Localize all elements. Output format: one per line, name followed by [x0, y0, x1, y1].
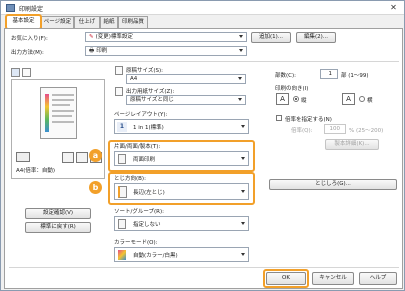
color-mode-icon — [118, 250, 126, 260]
orientation-label: 印刷の向き(I) — [275, 86, 309, 92]
text-line — [52, 115, 72, 117]
text-line — [52, 110, 74, 112]
scale-input[interactable]: 100 — [324, 124, 346, 134]
text-line — [52, 121, 74, 123]
close-icon[interactable]: ✕ — [388, 3, 399, 13]
gutter-button[interactable]: とじしろ(G)... — [269, 179, 397, 190]
sort-icon — [118, 219, 126, 229]
sort-value: 指定しない — [133, 222, 161, 228]
portrait-label: 縦 — [301, 98, 307, 104]
text-line — [52, 99, 74, 101]
portrait-radio[interactable] — [293, 96, 299, 102]
scale-unit: % (25～200) — [349, 128, 384, 134]
chevron-down-icon — [239, 35, 243, 38]
printer-icon — [6, 4, 15, 12]
favorites-label: お気に入り(F): — [11, 36, 48, 42]
scale-label: 倍率(Q): — [291, 128, 313, 134]
zoom-checkbox[interactable] — [276, 115, 282, 121]
output-label: 出力方法(M): — [11, 50, 44, 56]
cancel-button[interactable]: キャンセル — [312, 272, 354, 285]
binding-detail-button[interactable]: 製本詳細(K)... — [325, 139, 379, 150]
sort-label: ソート/グループ(R): — [114, 209, 164, 215]
text-line — [52, 94, 74, 96]
settings-panel: お気に入り(F): ✎ (変更)標準設定 追加(1)... 編集(2)... 出力… — [4, 28, 403, 289]
zoom-label: 倍率を指定する(N) — [285, 117, 332, 123]
chevron-down-icon — [238, 77, 242, 80]
layout-label: ページレイアウト(Y): — [114, 112, 168, 118]
settings-confirm-button[interactable]: 設定確認(V) — [25, 208, 91, 219]
output-select[interactable]: 🖶 印刷 — [85, 46, 247, 56]
printer-device-icon — [16, 152, 30, 162]
output-paper-label: 出力用紙サイズ(Z): — [126, 89, 175, 95]
page-preview — [40, 87, 77, 139]
layout-value: 1 in 1(標準) — [133, 125, 164, 131]
preview-area: A4(倍率：自動) — [11, 79, 105, 179]
tab-finishing[interactable]: 仕上げ — [74, 16, 100, 28]
help-button[interactable]: ヘルプ — [359, 272, 397, 285]
favorites-select[interactable]: ✎ (変更)標準設定 — [85, 32, 247, 42]
window-title: 印刷設定 — [19, 6, 44, 13]
tab-page-setup[interactable]: ページ設定 — [41, 16, 74, 28]
color-value: 自動(カラー/白黒) — [133, 253, 178, 259]
callout-a: a — [89, 149, 102, 162]
copies-label: 部数(C): — [275, 73, 296, 79]
color-select[interactable]: 自動(カラー/白黒) — [114, 247, 249, 262]
text-line — [52, 104, 70, 106]
preview-caption: A4(倍率：自動) — [16, 168, 56, 174]
page-icon — [76, 152, 88, 163]
duplex-highlight — [108, 140, 255, 172]
pencil-icon: ✎ — [89, 34, 94, 40]
color-label: カラーモード(O): — [114, 240, 158, 246]
paper-size-label: 原稿サイズ(S): — [126, 68, 163, 74]
portrait-icon: A — [276, 93, 289, 105]
chevron-down-icon — [239, 49, 243, 52]
layout-icon: 1 — [117, 122, 127, 132]
divider — [9, 61, 399, 62]
chevron-down-icon — [241, 222, 245, 225]
page-icon — [62, 152, 74, 163]
printer-icon: 🖶 — [89, 48, 95, 54]
divider — [9, 267, 399, 268]
preview-icon[interactable] — [11, 68, 20, 77]
chevron-down-icon — [238, 98, 242, 101]
copies-input[interactable]: 1 — [320, 69, 338, 79]
output-page-icon — [115, 87, 123, 96]
restore-defaults-button[interactable]: 標準に戻す(R) — [25, 222, 91, 233]
landscape-icon: A — [342, 93, 355, 105]
add-favorite-button[interactable]: 追加(1)... — [251, 32, 291, 43]
landscape-label: 横 — [367, 98, 373, 104]
print-settings-window: 印刷設定 ✕ 基本設定 ページ設定 仕上げ 給紙 印刷品質 お気に入り(F): … — [0, 0, 405, 291]
preview-settings-icon[interactable] — [22, 68, 31, 77]
layout-select[interactable]: 1 1 in 1(標準) — [114, 119, 249, 134]
sort-select[interactable]: 指定しない — [114, 216, 249, 231]
output-paper-select[interactable]: 原稿サイズと同じ — [126, 95, 246, 105]
ok-highlight — [263, 269, 309, 288]
landscape-radio[interactable] — [359, 96, 365, 102]
tab-quality[interactable]: 印刷品質 — [118, 16, 148, 28]
chevron-down-icon — [241, 253, 245, 256]
callout-b: b — [89, 181, 102, 194]
tab-paper-source[interactable]: 給紙 — [100, 16, 118, 28]
color-bar — [45, 94, 49, 132]
page-size-icon — [115, 66, 123, 75]
paper-size-select[interactable]: A4 — [126, 74, 246, 84]
title-bar: 印刷設定 ✕ — [1, 1, 404, 15]
edit-favorite-button[interactable]: 編集(2)... — [296, 32, 336, 43]
binding-highlight — [108, 172, 255, 205]
chevron-down-icon — [241, 125, 245, 128]
copies-unit: 部 (1～99) — [341, 73, 369, 79]
